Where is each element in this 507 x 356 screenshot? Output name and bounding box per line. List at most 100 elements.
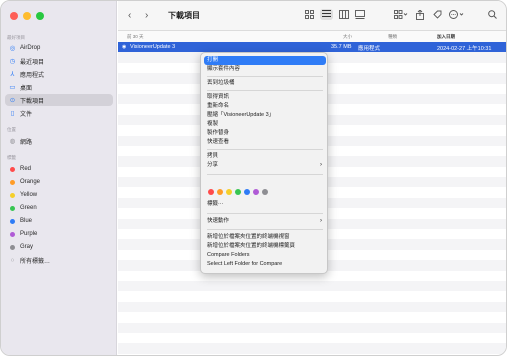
tag-gray-dot[interactable] <box>262 189 268 195</box>
sidebar-section-tags: 標籤 <box>7 155 16 160</box>
empty-row <box>118 322 506 333</box>
sidebar-item-recents[interactable]: ◷ 最近項目 <box>5 55 113 67</box>
menu-item-compress[interactable]: 壓縮「VisioneerUpdate 3」 <box>204 111 326 120</box>
tag-label: Gray <box>20 244 34 250</box>
menu-item-quick-look[interactable]: 快速查看 <box>204 138 326 147</box>
tag-dot-icon <box>10 218 15 224</box>
sidebar-item-documents[interactable]: ▯ 文件 <box>5 107 113 119</box>
sidebar-item-label: 網路 <box>20 139 33 146</box>
gallery-view-icon[interactable] <box>355 10 365 21</box>
network-icon: ◍ <box>9 138 16 145</box>
sidebar-item-downloads[interactable]: ⊙ 下載項目 <box>5 94 113 106</box>
back-button[interactable]: ‹ <box>128 10 131 21</box>
menu-item-tags[interactable]: 標籤⋯ <box>204 200 326 209</box>
menu-item-new-terminal-tab[interactable]: 新增位於檔案夾位置的終端機標籤頁 <box>204 242 326 251</box>
more-actions-icon[interactable] <box>449 10 464 21</box>
tag-dot-icon <box>10 166 15 172</box>
minimize-button[interactable] <box>23 12 31 20</box>
tag-dot-icon <box>10 244 15 250</box>
menu-item-make-alias[interactable]: 製作替身 <box>204 129 326 138</box>
search-icon[interactable] <box>488 10 497 21</box>
tag-orange-dot[interactable] <box>217 189 223 195</box>
sidebar-item-desktop[interactable]: ▭ 桌面 <box>5 81 113 93</box>
empty-row <box>118 291 506 301</box>
file-date: 2024-02-27 上午10:31 <box>437 46 492 52</box>
sidebar-tag-yellow[interactable]: Yellow <box>5 189 113 201</box>
sidebar-tag-red[interactable]: Red <box>5 163 113 175</box>
app-icon: ◉ <box>122 44 127 50</box>
menu-item-select-left-folder[interactable]: Select Left Folder for Compare <box>204 260 326 269</box>
tag-label: Red <box>20 166 32 172</box>
file-name: VisioneerUpdate 3 <box>130 44 176 50</box>
menu-item-move-to-trash[interactable]: 丟到垃圾桶 <box>204 79 326 88</box>
sidebar-item-label: AirDrop <box>20 45 41 51</box>
tag-blue-dot[interactable] <box>244 189 250 195</box>
finder-window: 最好項目 ◎ AirDrop ◷ 最近項目 ⅄ 應用程式 ▭ 桌面 ⊙ 下載項目… <box>0 0 507 356</box>
tag-green-dot[interactable] <box>235 189 241 195</box>
menu-item-quick-actions[interactable]: 快速動作 › <box>204 217 326 226</box>
file-row-selected[interactable]: ◉ VisioneerUpdate 3 35.7 MB 應用程式 2024-02… <box>118 42 506 53</box>
sidebar-tag-green[interactable]: Green <box>5 202 113 214</box>
group-header: 前 30 天 <box>127 34 144 39</box>
menu-item-rename[interactable]: 重新命名 <box>204 102 326 111</box>
empty-row <box>118 280 506 292</box>
window-title: 下載項目 <box>168 11 200 20</box>
sidebar-item-network[interactable]: ◍ 網路 <box>5 135 113 147</box>
sidebar-item-applications[interactable]: ⅄ 應用程式 <box>5 68 113 80</box>
list-view-icon[interactable] <box>320 9 333 20</box>
icon-view-icon[interactable] <box>305 10 314 21</box>
empty-row <box>118 333 506 343</box>
tag-dot-icon <box>10 231 15 237</box>
menu-item-get-info[interactable]: 取得資訊 <box>204 93 326 102</box>
tag-purple-dot[interactable] <box>253 189 259 195</box>
zoom-button[interactable] <box>36 12 44 20</box>
tag-label: Purple <box>20 231 38 237</box>
menu-item-copy[interactable]: 拷貝 <box>204 152 326 161</box>
share-icon[interactable] <box>416 9 424 22</box>
column-size[interactable]: 大小 <box>343 34 352 40</box>
column-date-added[interactable]: 加入日期 <box>437 34 455 40</box>
sidebar-item-label: 應用程式 <box>20 72 45 79</box>
tag-icon[interactable] <box>433 10 442 21</box>
empty-row <box>118 301 506 313</box>
sidebar-all-tags[interactable]: ○ 所有標籤… <box>5 254 113 266</box>
sidebar-tag-orange[interactable]: Orange <box>5 176 113 188</box>
document-icon: ▯ <box>10 110 15 117</box>
applications-icon: ⅄ <box>10 71 15 78</box>
tag-yellow-dot[interactable] <box>226 189 232 195</box>
menu-item-open[interactable]: 打開 <box>204 56 326 65</box>
menu-item-new-terminal-window[interactable]: 新增位於檔案夾位置的終端機視窗 <box>204 233 326 242</box>
file-kind: 應用程式 <box>358 46 381 52</box>
menu-separator <box>207 229 323 230</box>
menu-item-compare-folders[interactable]: Compare Folders <box>204 251 326 260</box>
sidebar-item-label: 文件 <box>20 111 33 118</box>
close-button[interactable] <box>10 12 18 20</box>
menu-separator <box>207 149 323 150</box>
menu-separator <box>207 76 323 77</box>
sidebar-item-airdrop[interactable]: ◎ AirDrop <box>5 42 113 54</box>
column-header: 前 30 天 大小 種類 加入日期 <box>118 31 506 42</box>
menu-item-duplicate[interactable]: 複製 <box>204 120 326 129</box>
context-menu: 打開 顯示套件內容 丟到垃圾桶 取得資訊 重新命名 壓縮「VisioneerUp… <box>200 52 328 274</box>
tag-dot-icon <box>10 192 15 198</box>
file-size: 35.7 MB <box>331 44 352 50</box>
tag-dot-icon <box>10 179 15 185</box>
group-by-icon[interactable] <box>394 10 408 21</box>
empty-row <box>118 343 506 354</box>
forward-button[interactable]: › <box>145 10 148 21</box>
sidebar-item-label: 下載項目 <box>20 98 45 105</box>
sidebar-section-favorites: 最好項目 <box>7 35 25 40</box>
sidebar-tag-blue[interactable]: Blue <box>5 215 113 227</box>
menu-item-share[interactable]: 分享 › <box>204 161 326 170</box>
sidebar-tag-purple[interactable]: Purple <box>5 228 113 240</box>
menu-tag-colors <box>208 189 268 195</box>
sidebar-tag-gray[interactable]: Gray <box>5 241 113 253</box>
menu-item-show-package-contents[interactable]: 顯示套件內容 <box>204 65 326 74</box>
tag-label: Blue <box>20 218 33 224</box>
tag-red-dot[interactable] <box>208 189 214 195</box>
sidebar-section-locations: 位置 <box>7 127 16 132</box>
tag-outline-icon: ○ <box>10 256 15 264</box>
column-kind[interactable]: 種類 <box>388 34 397 40</box>
column-view-icon[interactable] <box>339 10 349 21</box>
submenu-arrow-icon: › <box>320 162 322 168</box>
